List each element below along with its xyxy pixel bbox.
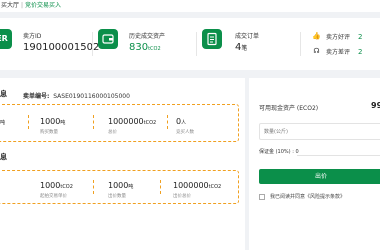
agreement-text: 我已阅读并同意《风险提示条款》 <box>270 194 346 200</box>
cell-label: 出价总价 <box>173 194 191 199</box>
lot-number: 卖单编号: SASE0190116000105000 <box>23 93 130 100</box>
seller-rating-value: 2 <box>358 32 363 41</box>
headset-icon: ☊ <box>313 47 320 55</box>
breadcrumb-current: 竞价交易买入 <box>25 2 62 9</box>
cell-value: 1000000tCO2 <box>173 181 222 190</box>
section2-cell-2: 1000000tCO2 出价总价 <box>173 181 221 199</box>
agreement-checkbox[interactable] <box>259 193 265 200</box>
section1-cell-1: 1000吨 购买数量 <box>40 117 65 135</box>
cell-value: 1000tCO2 <box>40 181 73 190</box>
seller-id-label: 卖方ID <box>23 33 42 40</box>
seller-id-value: 190100001502 <box>23 42 100 53</box>
section2-cell-1: 1000吨 出价数量 <box>108 181 133 199</box>
cell-divider <box>93 180 94 194</box>
cell-label: 总价 <box>108 130 117 135</box>
section1-cell-2: 1000000tCO2 总价 <box>108 117 156 135</box>
cell-value: 1000吨 <box>108 181 134 190</box>
seller-complaint-label: 卖方差评 <box>326 49 351 56</box>
cell-label: 出价数量 <box>108 194 126 199</box>
cell-value: 0人 <box>176 117 187 126</box>
wallet-icon <box>98 29 118 49</box>
bid-button[interactable]: 出价 <box>259 169 380 184</box>
orders-card: 成交订单 4笔 <box>202 18 292 70</box>
thumbs-up-icon: 👍 <box>312 32 321 40</box>
section-title-2: 息 <box>0 153 7 161</box>
cell-label: 起拍交易单价 <box>40 194 67 199</box>
quantity-input[interactable] <box>259 123 380 140</box>
divider <box>196 32 197 56</box>
deposit-underline <box>297 155 380 156</box>
section-title-1: 息 <box>0 90 7 98</box>
orders-label: 成交订单 <box>235 33 260 40</box>
seller-complaint-row: ☊ 卖方差评 2 <box>312 47 362 56</box>
stats-bar: ER 卖方ID 190100001502 历史成交资产 830tCO2 成交订单… <box>0 18 380 70</box>
breadcrumb-separator: | <box>21 2 24 9</box>
cell-divider <box>167 115 168 129</box>
history-assets-card: 历史成交资产 830tCO2 <box>98 18 198 70</box>
divider <box>92 32 93 56</box>
seller-id-card: ER 卖方ID 190100001502 <box>0 18 99 70</box>
capital-label: 可用现金资产 (ECO2) <box>259 105 319 112</box>
section1-cell-0: 吨 <box>0 117 5 126</box>
history-assets-value: 830tCO2 <box>129 42 161 53</box>
agreement-row[interactable]: 我已阅读并同意《风险提示条款》 <box>259 193 345 200</box>
section1-cell-3: 0人 竞买人数 <box>176 117 194 135</box>
capital-value: 99 <box>371 101 380 110</box>
cell-divider <box>93 115 94 129</box>
orders-value: 4笔 <box>235 42 248 53</box>
seller-rating-row: 👍 卖方好评 2 <box>312 32 362 41</box>
breadcrumb: 买大厅 | 竞价交易买入 <box>0 0 380 12</box>
bid-panel: 可用现金资产 (ECO2) 99 保证金 (10%) : 0 出价 我已阅读并同… <box>249 78 380 250</box>
cell-label: 竞买人数 <box>176 130 194 135</box>
cell-value: 1000000tCO2 <box>108 117 157 126</box>
breadcrumb-prev[interactable]: 买大厅 <box>1 2 19 9</box>
seller-rating-label: 卖方好评 <box>326 34 351 41</box>
divider <box>300 32 301 56</box>
cell-value: 1000吨 <box>40 117 66 126</box>
seller-complaint-value: 2 <box>358 47 363 56</box>
seller-id-icon: ER <box>0 29 12 49</box>
history-assets-label: 历史成交资产 <box>129 33 166 40</box>
section2-cell-0: 1000tCO2 起拍交易单价 <box>40 181 73 199</box>
cell-value: 吨 <box>0 120 6 126</box>
cell-label: 购买数量 <box>40 130 58 135</box>
deposit-label: 保证金 (10%) : 0 <box>259 149 299 155</box>
document-icon <box>202 29 222 49</box>
cell-divider <box>28 115 29 129</box>
cell-divider <box>160 180 161 194</box>
